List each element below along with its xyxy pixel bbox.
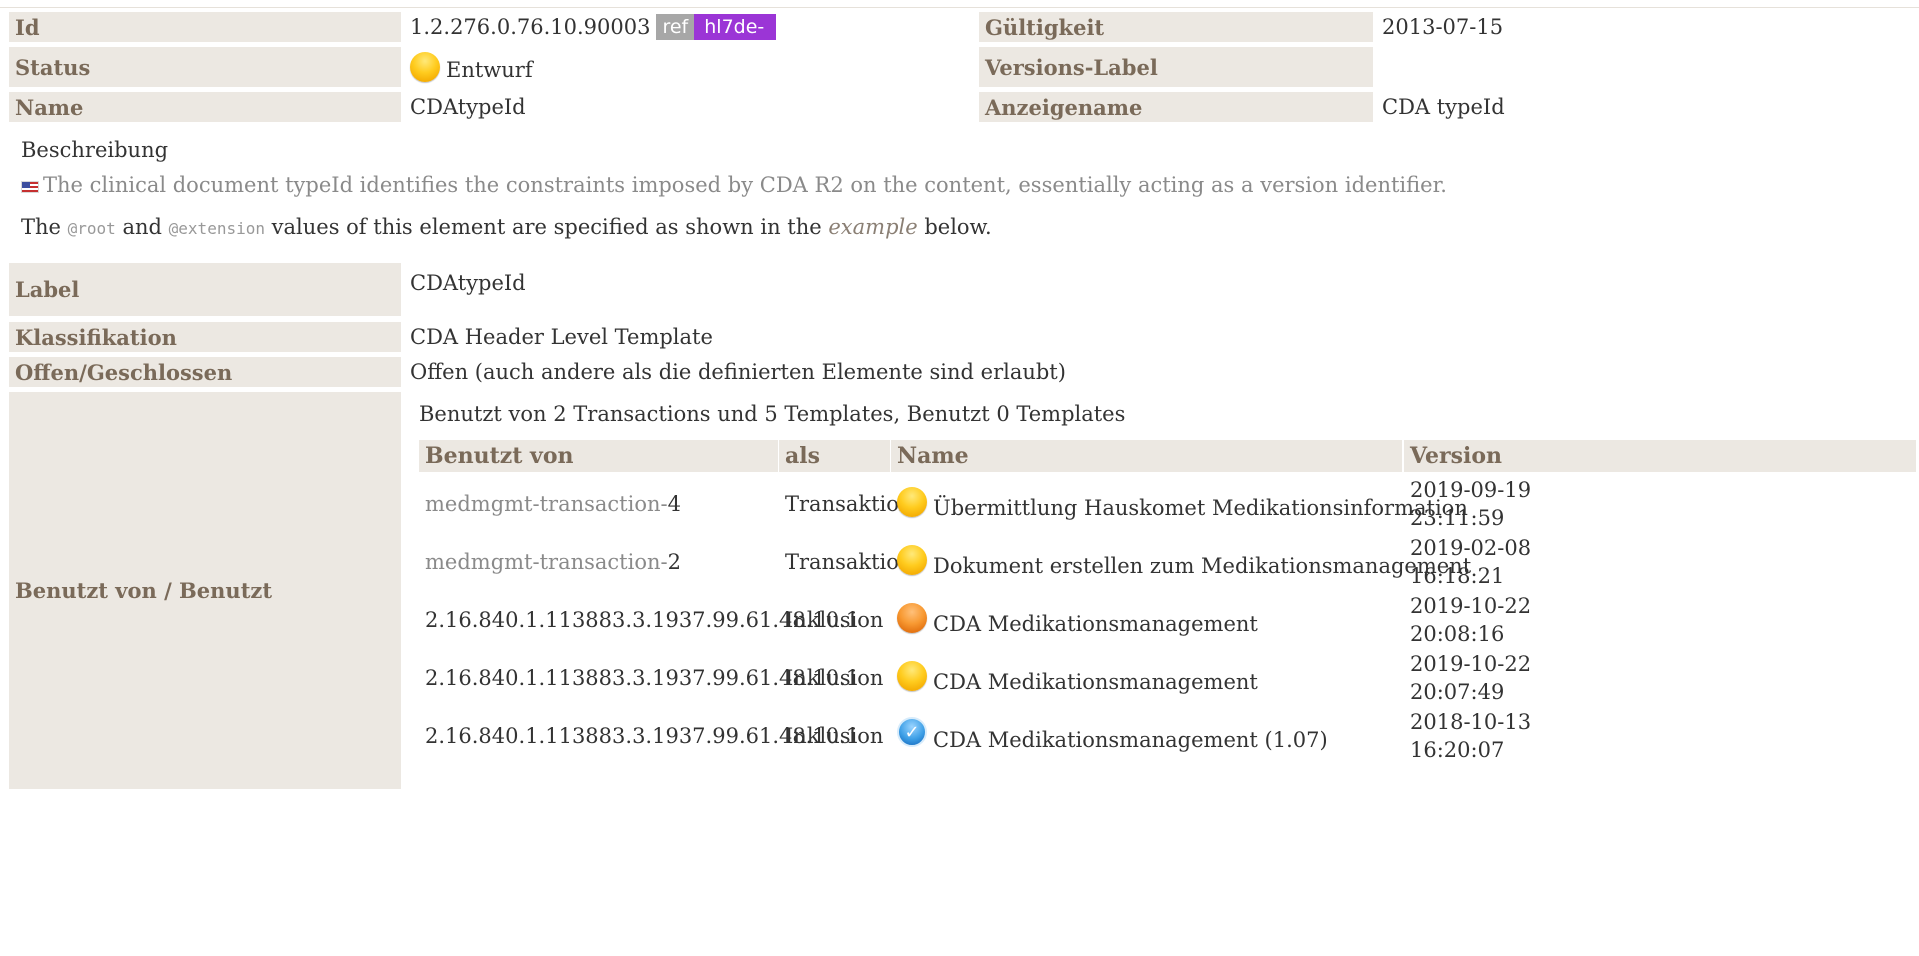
table-row-as: Transaktion [785,492,913,516]
status-draft-yellow-icon [897,661,927,691]
column-header-as: als [779,440,890,472]
table-row-as: Inklusion [785,666,884,690]
table-row-name[interactable]: CDA Medikationsmanagement [933,670,1258,694]
description-text-post: below. [917,215,992,239]
table-row-used-by[interactable]: 2.16.840.1.113883.3.1937.99.61.48.10.1 [419,651,859,705]
table-row-used-by[interactable]: medmgmt-transaction- 4 [419,477,778,531]
version-date: 2019-02-08 [1410,536,1532,560]
extension-attribute: @extension [168,219,265,238]
table-row-version: 2019-02-08 16:18:21 [1404,535,1916,589]
table-row-version: 2019-09-19 23:11:59 [1404,477,1916,531]
used-by-label: Benutzt von / Benutzt [9,392,401,789]
table-row-name-cell[interactable]: ✓ CDA Medikationsmanagement (1.07) [891,709,1402,763]
description-english: The clinical document typeId identifies … [43,173,1447,197]
classification-label: Klassifikation [9,322,401,352]
description-text-and: and [115,215,169,239]
table-row-name[interactable]: Übermittlung Hauskomet Medikationsinform… [933,496,1468,520]
id-value-cell: 1.2.276.0.76.10.90003 ref hl7de- [404,12,974,42]
table-row-version: 2019-10-22 20:08:16 [1404,593,1916,647]
status-draft-yellow-icon [897,487,927,517]
name-value: CDAtypeId [410,95,526,119]
status-value: Entwurf [446,58,533,82]
transaction-number[interactable]: 2 [668,550,681,574]
version-date: 2019-09-19 [1410,478,1532,502]
table-row-name-cell[interactable]: CDA Medikationsmanagement [891,593,1402,647]
version-date: 2018-10-13 [1410,710,1532,734]
transaction-link[interactable]: medmgmt-transaction- [425,550,668,574]
us-flag-icon [21,180,39,193]
table-row-name[interactable]: Dokument erstellen zum Medikationsmanage… [933,554,1471,578]
version-date: 2019-10-22 [1410,652,1532,676]
validity-value: 2013-07-15 [1382,15,1504,39]
description-english-line: The clinical document typeId identifies … [21,173,1447,197]
template-detail-page: Id 1.2.276.0.76.10.90003 ref hl7de- Gült… [0,0,1919,956]
version-time: 20:07:49 [1410,680,1505,704]
description-text-mid: values of this element are specified as … [264,215,829,239]
table-row-version: 2019-10-22 20:07:49 [1404,651,1916,705]
table-row-as: Transaktion [785,550,913,574]
validity-label: Gültigkeit [979,12,1373,42]
version-time: 23:11:59 [1410,506,1505,530]
table-row-used-by[interactable]: 2.16.840.1.113883.3.1937.99.61.48.10.1 [419,593,859,647]
label-value: CDAtypeId [410,271,526,295]
classification-value: CDA Header Level Template [410,325,713,349]
status-pending-orange-icon [897,603,927,633]
id-value: 1.2.276.0.76.10.90003 [410,15,651,39]
transaction-link[interactable]: medmgmt-transaction- [425,492,668,516]
table-row-as: Inklusion [785,724,884,748]
table-row-name-cell[interactable]: Dokument erstellen zum Medikationsmanage… [891,535,1471,589]
table-row-name-cell[interactable]: CDA Medikationsmanagement [891,651,1402,705]
status-draft-yellow-icon [897,545,927,575]
table-row-used-by[interactable]: medmgmt-transaction- 2 [419,535,778,589]
status-draft-yellow-icon [410,52,440,82]
table-row-used-by[interactable]: 2.16.840.1.113883.3.1937.99.61.48.10.1 [419,709,859,763]
top-divider [0,7,1919,8]
description-text-pre: The [21,215,68,239]
open-closed-label: Offen/Geschlossen [9,357,401,387]
description-title: Beschreibung [21,138,169,162]
prefix-badge[interactable]: hl7de- [694,14,777,40]
description-line2: The @root and @extension values of this … [21,215,992,239]
status-active-blue-check-icon: ✓ [897,717,927,747]
used-by-summary: Benutzt von 2 Transactions und 5 Templat… [419,402,1126,426]
example-link[interactable]: example [828,215,917,239]
label-label: Label [9,263,401,316]
id-label: Id [9,12,401,42]
table-row-name[interactable]: CDA Medikationsmanagement [933,612,1258,636]
table-row-name[interactable]: CDA Medikationsmanagement (1.07) [933,728,1328,752]
table-row-as: Inklusion [785,608,884,632]
status-value-cell: Entwurf [404,47,974,87]
column-header-version: Version [1404,440,1916,472]
version-time: 16:20:07 [1410,738,1505,762]
table-row-name-cell[interactable]: Übermittlung Hauskomet Medikationsinform… [891,477,1468,531]
status-label: Status [9,47,401,87]
display-name-value: CDA typeId [1382,95,1505,119]
version-label-value [1376,47,1916,87]
name-label: Name [9,92,401,122]
version-time: 16:18:21 [1410,564,1505,588]
open-closed-value: Offen (auch andere als die definierten E… [410,360,1066,384]
column-header-name: Name [891,440,1402,472]
version-time: 20:08:16 [1410,622,1505,646]
version-date: 2019-10-22 [1410,594,1532,618]
version-label-label: Versions-Label [979,47,1373,87]
root-attribute: @root [67,219,116,238]
column-header-used-by: Benutzt von [419,440,778,472]
ref-badge[interactable]: ref [656,14,695,40]
display-name-label: Anzeigename [979,92,1373,122]
table-row-version: 2018-10-13 16:20:07 [1404,709,1916,763]
transaction-number[interactable]: 4 [668,492,681,516]
